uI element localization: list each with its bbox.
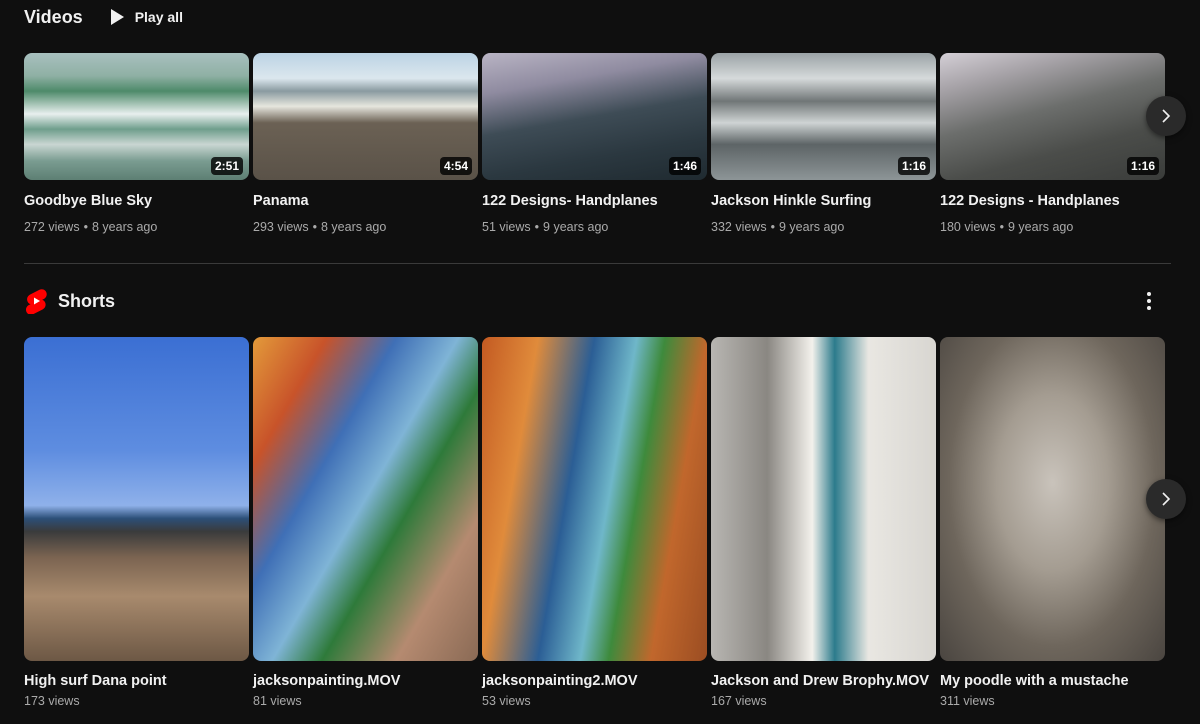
shorts-next-button[interactable] [1146,479,1186,519]
video-thumbnail[interactable]: 2:51 [24,53,249,180]
more-vert-icon[interactable] [1138,290,1160,312]
view-count: 293 views [253,220,309,234]
meta-separator: • [83,220,88,234]
short-view-count: 173 views [24,694,80,708]
videos-section-title[interactable]: Videos [24,7,83,28]
short-thumbnail[interactable] [253,337,478,661]
meta-separator: • [534,220,540,234]
video-title[interactable]: Jackson Hinkle Surfing [711,191,936,212]
upload-age: 8 years ago [91,220,158,234]
duration-badge: 2:51 [210,157,243,175]
videos-shelf: 2:51 Goodbye Blue Sky 272 views • 8 years … [24,53,1165,234]
video-card[interactable]: 1:46 122 Designs- Handplanes 51 views • 9 … [482,53,707,234]
channel-home-page: Videos Play all 2:51 Goodbye Blue Sky 27… [0,0,1200,724]
duration-badge: 1:46 [668,157,701,175]
play-icon [110,9,124,25]
short-title[interactable]: Jackson and Drew Brophy.MOV [711,671,936,692]
video-card[interactable]: 4:54 Panama 293 views • 8 years ago [253,53,478,234]
video-title[interactable]: Goodbye Blue Sky [24,191,249,212]
upload-age: 8 years ago [320,220,387,234]
play-all-button[interactable]: Play all [109,8,183,26]
meta-separator: • [999,220,1004,234]
upload-age: 9 years ago [778,220,845,234]
short-card[interactable]: jacksonpainting2.MOV 53 views [482,337,707,708]
video-title[interactable]: Panama [253,191,478,212]
video-meta: 180 views • 9 years ago [940,220,1165,234]
view-count: 180 views [940,220,996,234]
video-card[interactable]: 1:16 Jackson Hinkle Surfing 332 views • 9 … [711,53,936,234]
meta-separator: • [770,220,775,234]
video-meta: 332 views • 9 years ago [711,220,936,234]
upload-age: 9 years ago [543,220,609,234]
short-view-count: 81 views [253,694,302,708]
video-thumbnail[interactable]: 1:16 [940,53,1165,180]
short-card[interactable]: High surf Dana point 173 views [24,337,249,708]
video-meta: 51 views • 9 years ago [482,220,707,234]
duration-badge: 1:16 [897,157,930,175]
chevron-right-icon [1162,492,1171,506]
view-count: 272 views [24,220,80,234]
video-meta: 272 views • 8 years ago [24,220,249,234]
video-thumbnail[interactable]: 1:16 [711,53,936,180]
short-view-count: 167 views [711,694,767,708]
short-card[interactable]: jacksonpainting.MOV 81 views [253,337,478,708]
video-title[interactable]: 122 Designs - Handplanes [940,191,1165,212]
short-thumbnail[interactable] [482,337,707,661]
short-title[interactable]: jacksonpainting.MOV [253,671,478,692]
duration-badge: 1:16 [1126,157,1159,175]
play-all-label: Play all [134,9,183,25]
video-card[interactable]: 2:51 Goodbye Blue Sky 272 views • 8 years … [24,53,249,234]
shorts-logo-icon [25,289,47,314]
short-view-count: 311 views [940,694,995,708]
video-thumbnail[interactable]: 4:54 [253,53,478,180]
short-card[interactable]: My poodle with a mustache 311 views [940,337,1165,708]
videos-next-button[interactable] [1146,96,1186,136]
short-thumbnail[interactable] [24,337,249,661]
shorts-section-title[interactable]: Shorts [58,291,115,312]
upload-age: 9 years ago [1007,220,1074,234]
video-title[interactable]: 122 Designs- Handplanes [482,191,707,212]
short-view-count: 53 views [482,694,531,708]
videos-section-header: Videos Play all [24,5,183,29]
section-divider [24,263,1171,264]
short-title[interactable]: High surf Dana point [24,671,249,692]
meta-separator: • [312,220,317,234]
short-title[interactable]: My poodle with a mustache [940,671,1165,692]
duration-badge: 4:54 [439,157,472,175]
short-thumbnail[interactable] [940,337,1165,661]
view-count: 332 views [711,220,767,234]
short-title[interactable]: jacksonpainting2.MOV [482,671,707,692]
view-count: 51 views [482,220,531,234]
video-card[interactable]: 1:16 122 Designs - Handplanes 180 views •… [940,53,1165,234]
short-card[interactable]: Jackson and Drew Brophy.MOV 167 views [711,337,936,708]
video-thumbnail[interactable]: 1:46 [482,53,707,180]
chevron-right-icon [1162,109,1171,123]
shorts-section-header: Shorts [24,288,115,314]
shorts-shelf: High surf Dana point 173 views jacksonpa… [24,337,1165,708]
video-meta: 293 views • 8 years ago [253,220,478,234]
short-thumbnail[interactable] [711,337,936,661]
